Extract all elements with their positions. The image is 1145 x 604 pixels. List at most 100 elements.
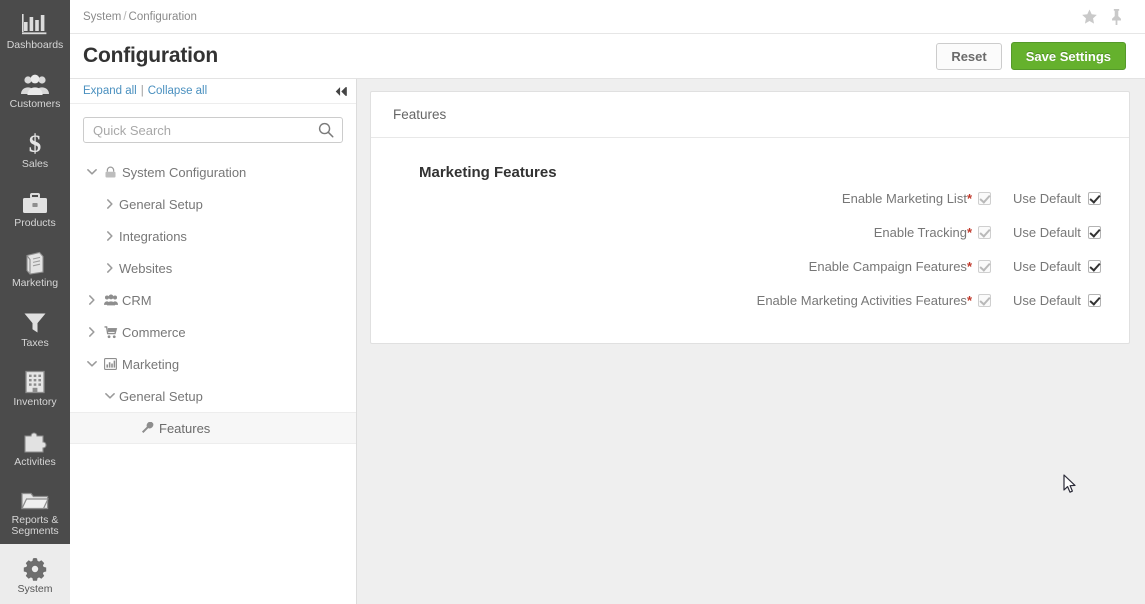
page-actions: Reset Save Settings <box>936 42 1133 70</box>
pin-icon[interactable] <box>1110 8 1123 25</box>
tree-item-label: General Setup <box>119 388 203 404</box>
tree-item-label: CRM <box>122 292 152 308</box>
field-row: Enable Campaign Features* Use Default <box>393 249 1107 283</box>
bar-chart-icon <box>22 11 48 37</box>
building-icon <box>24 368 46 394</box>
dollar-icon: $ <box>26 130 44 156</box>
use-default-checkbox[interactable] <box>1087 259 1101 273</box>
field-checkbox <box>978 293 991 307</box>
collapse-all-link[interactable]: Collapse all <box>148 85 207 97</box>
required-marker: * <box>966 224 972 240</box>
breadcrumb-current: Configuration <box>128 10 197 23</box>
page-header: Configuration Reset Save Settings <box>70 34 1145 79</box>
tree-item-label: Commerce <box>122 324 186 340</box>
tree-item-label: General Setup <box>119 196 203 212</box>
use-default-checkbox[interactable] <box>1087 191 1101 205</box>
chevron-right-icon[interactable] <box>83 327 101 337</box>
chevron-right-icon[interactable] <box>83 295 101 305</box>
tree-item-general-setup[interactable]: General Setup <box>70 380 356 412</box>
tree-item-general-setup[interactable]: General Setup <box>70 188 356 220</box>
rail-item-label: Sales <box>21 157 49 170</box>
quick-search-box[interactable] <box>83 117 343 143</box>
rail-item-taxes[interactable]: Taxes <box>0 298 70 358</box>
search-input[interactable] <box>84 118 342 142</box>
tree-item-marketing[interactable]: Marketing <box>70 348 356 380</box>
chevron-right-icon[interactable] <box>101 263 119 273</box>
tree-item-commerce[interactable]: Commerce <box>70 316 356 348</box>
tree-item-features[interactable]: Features <box>70 412 356 444</box>
book-icon <box>23 249 47 275</box>
chevron-right-icon[interactable] <box>101 199 119 209</box>
use-default-label: Use Default <box>1013 258 1081 274</box>
lock-icon <box>101 166 120 179</box>
gear-icon <box>23 555 47 581</box>
required-marker: * <box>966 190 972 206</box>
breadcrumb-root[interactable]: System <box>83 11 121 23</box>
svg-text:$: $ <box>29 131 42 156</box>
field-label-text: Enable Marketing Activities Features <box>756 292 967 308</box>
field-row: Enable Tracking* Use Default <box>393 215 1107 249</box>
wrench-icon <box>138 421 157 435</box>
tree-item-system-configuration[interactable]: System Configuration <box>70 156 356 188</box>
tree-toolbar-separator: | <box>140 85 144 97</box>
rail-item-reports-segments[interactable]: Reports & Segments <box>0 477 70 545</box>
breadcrumb-bar: System / Configuration <box>70 0 1145 34</box>
field-label: Enable Marketing Activities Features* <box>393 293 978 308</box>
rail-item-products[interactable]: Products <box>0 179 70 239</box>
chevron-right-icon[interactable] <box>101 231 119 241</box>
favorite-star-icon[interactable] <box>1081 9 1098 25</box>
save-settings-button[interactable]: Save Settings <box>1010 42 1126 70</box>
rail-item-activities[interactable]: Activities <box>0 417 70 477</box>
required-marker: * <box>966 258 972 274</box>
quick-search-wrap <box>70 104 356 149</box>
main-nav-rail: Dashboards Customers $ Sales Products Marketi… <box>0 0 70 604</box>
field-label-text: Enable Marketing List <box>841 190 967 206</box>
users-icon <box>101 294 120 306</box>
chevron-down-icon[interactable] <box>83 168 101 176</box>
tree-item-label: Features <box>159 420 211 436</box>
page-body: Expand all | Collapse all System <box>70 79 1145 604</box>
use-default-checkbox[interactable] <box>1087 293 1101 307</box>
main-region: System / Configuration Configuration Reset… <box>70 0 1145 604</box>
rail-item-label: System <box>17 582 53 595</box>
page-title: Configuration <box>83 44 219 67</box>
reset-button[interactable]: Reset <box>936 42 1002 70</box>
rail-item-customers[interactable]: Customers <box>0 60 70 120</box>
tree-item-label: Marketing <box>122 356 180 372</box>
field-label: Enable Marketing List* <box>393 191 978 206</box>
rail-item-dashboards[interactable]: Dashboards <box>0 0 70 60</box>
card-title: Features <box>371 92 1129 138</box>
section-title: Marketing Features <box>419 164 557 181</box>
tree-item-label: System Configuration <box>122 164 247 180</box>
field-checkbox <box>978 225 991 239</box>
marketing-features-fields: Enable Marketing List* Use Default Enable … <box>393 181 1107 317</box>
chevron-down-icon[interactable] <box>83 360 101 368</box>
rail-item-label: Dashboards <box>6 38 64 51</box>
rail-item-label: Reports & Segments <box>11 513 59 538</box>
use-default-label: Use Default <box>1013 224 1081 240</box>
rail-item-marketing[interactable]: Marketing <box>0 238 70 298</box>
chevron-down-icon[interactable] <box>101 392 119 400</box>
tree-item-label: Websites <box>119 260 173 276</box>
tree-item-integrations[interactable]: Integrations <box>70 220 356 252</box>
configuration-tree: System Configuration General Setup Integra… <box>70 149 356 444</box>
users-icon <box>21 70 49 96</box>
tree-item-websites[interactable]: Websites <box>70 252 356 284</box>
expand-all-link[interactable]: Expand all <box>83 85 137 97</box>
rail-item-sales[interactable]: $ Sales <box>0 119 70 179</box>
cart-icon <box>101 325 120 339</box>
rail-item-inventory[interactable]: Inventory <box>0 358 70 418</box>
breadcrumb: System / Configuration <box>83 11 197 23</box>
rail-item-system[interactable]: System <box>0 544 70 604</box>
rail-item-label: Taxes <box>21 336 49 349</box>
field-label: Enable Campaign Features* <box>393 259 978 274</box>
search-icon[interactable] <box>318 122 334 143</box>
required-marker: * <box>966 292 972 308</box>
collapse-panel-icon[interactable] <box>335 86 347 97</box>
puzzle-icon <box>22 428 48 454</box>
use-default-checkbox[interactable] <box>1087 225 1101 239</box>
tree-item-crm[interactable]: CRM <box>70 284 356 316</box>
features-card: Features Marketing Features Enable Marke… <box>370 91 1130 344</box>
folder-icon <box>21 486 49 512</box>
rail-item-label: Inventory <box>13 396 57 409</box>
